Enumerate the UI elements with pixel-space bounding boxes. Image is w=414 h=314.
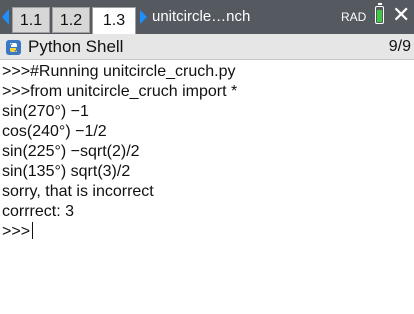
app-header: Python Shell 9/9 xyxy=(0,34,414,60)
shell-line: >>>from unitcircle_cruch import * xyxy=(2,83,238,100)
shell-line: sin(270°) −1 xyxy=(2,103,89,120)
tab-1-1[interactable]: 1.1 xyxy=(12,7,50,33)
close-icon[interactable]: ✕ xyxy=(392,2,410,28)
shell-line: sin(225°) −sqrt(2)/2 xyxy=(2,143,140,160)
tab-1-3[interactable]: 1.3 xyxy=(92,7,136,34)
shell-prompt: >>> xyxy=(2,223,31,240)
shell-line: >>>#Running unitcircle_cruch.py xyxy=(2,63,236,80)
shell-prompt-line[interactable]: >>> xyxy=(2,222,34,242)
tab-1-2[interactable]: 1.2 xyxy=(52,7,90,33)
shell-line: sorry, that is incorrect xyxy=(2,183,154,200)
python-icon xyxy=(6,40,21,55)
title-bar: 1.1 1.2 1.3 unitcircle…nch RAD ✕ xyxy=(0,0,414,34)
shell-line: sin(135°) sqrt(3)/2 xyxy=(2,163,131,180)
shell-line: corrrect: 3 xyxy=(2,203,75,220)
app-title: Python Shell xyxy=(28,37,124,56)
shell-output[interactable]: >>>#Running unitcircle_cruch.py >>>from … xyxy=(0,60,414,314)
battery-icon xyxy=(375,3,384,24)
text-cursor xyxy=(32,222,34,239)
document-name: unitcircle…nch xyxy=(152,8,251,25)
page-indicator: 9/9 xyxy=(388,38,411,55)
tab-scroll-right-icon[interactable] xyxy=(140,10,147,24)
angle-mode-indicator: RAD xyxy=(341,10,367,24)
tab-scroll-left-icon[interactable] xyxy=(2,9,9,25)
shell-line: cos(240°) −1/2 xyxy=(2,123,107,140)
